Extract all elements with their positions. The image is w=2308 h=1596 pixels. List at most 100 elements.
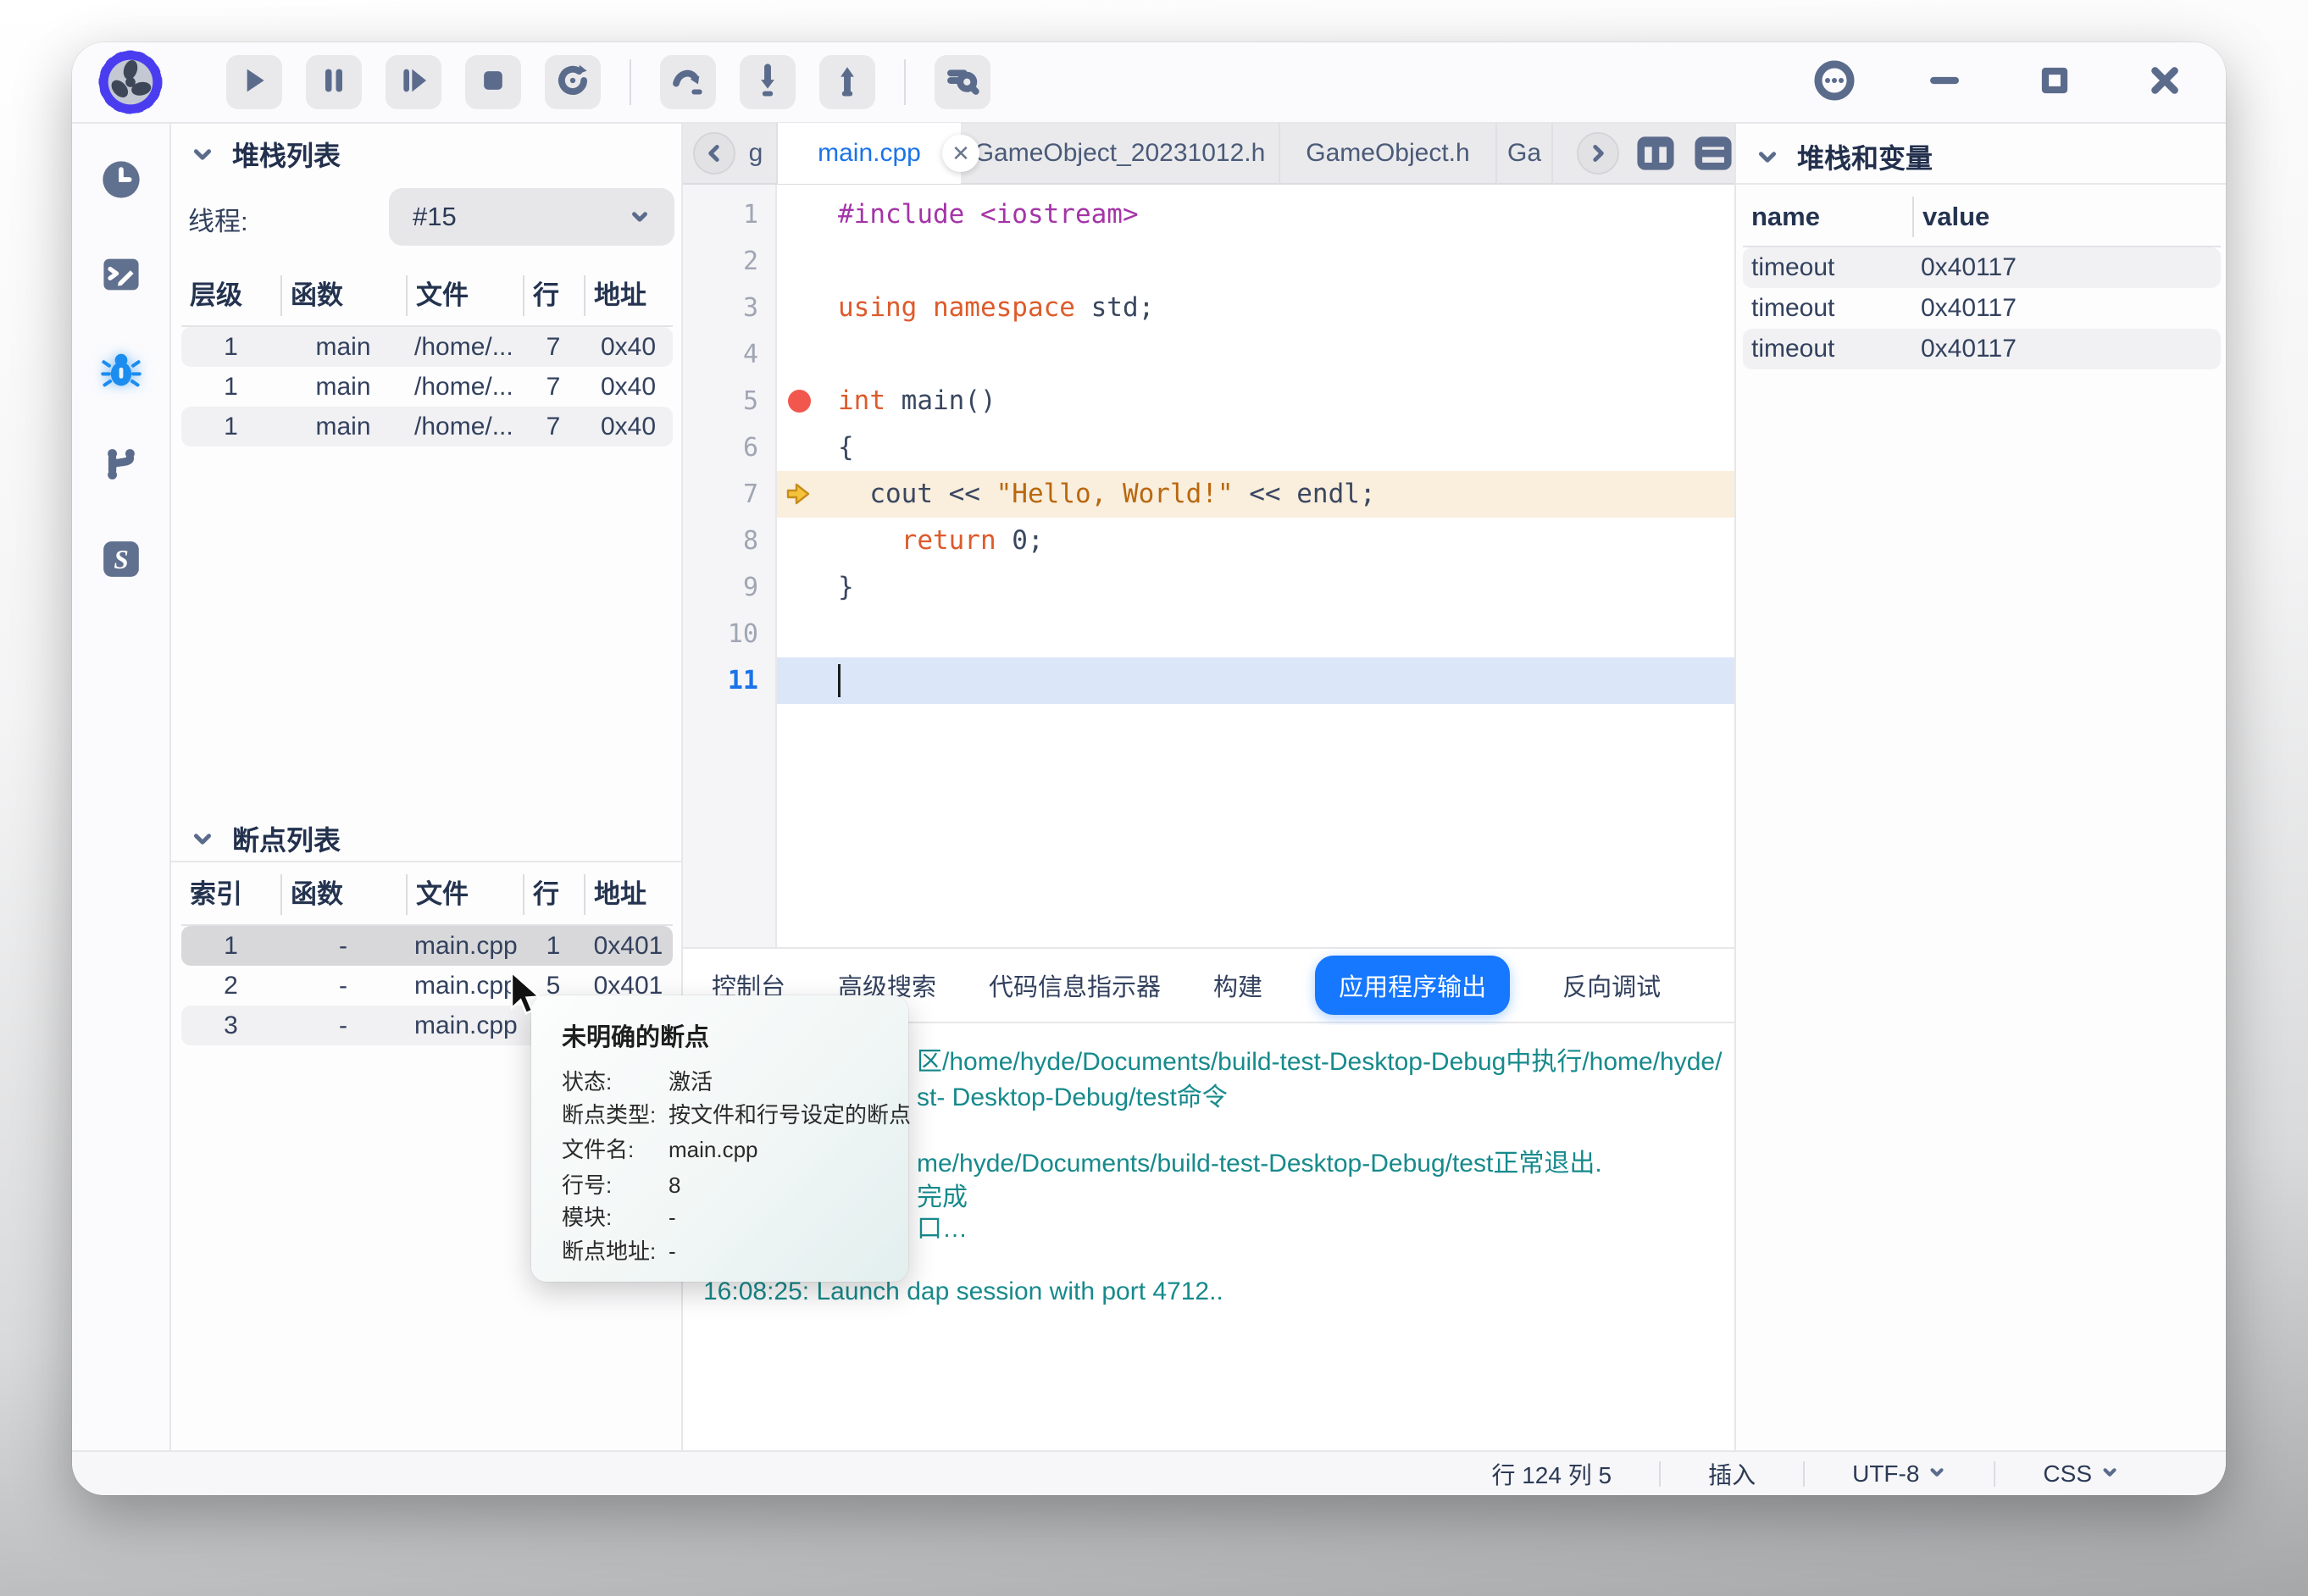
code-line[interactable]: 5int main() xyxy=(683,378,1734,424)
output-tab-代码信息指示器[interactable]: 代码信息指示器 xyxy=(989,967,1161,1003)
column-header[interactable]: name xyxy=(1743,197,1912,237)
output-tab-应用程序输出[interactable]: 应用程序输出 xyxy=(1315,956,1510,1015)
minimize-button[interactable] xyxy=(1922,60,1967,104)
breakpoint-section-title: 断点列表 xyxy=(232,819,341,858)
editor-tab-g[interactable]: g xyxy=(735,123,778,184)
column-header[interactable]: 层级 xyxy=(181,275,280,316)
variables-section-header[interactable]: 堆栈和变量 xyxy=(1736,130,2226,185)
thread-select[interactable]: #15 xyxy=(389,188,674,246)
line-number[interactable]: 3 xyxy=(683,285,758,331)
line-number[interactable]: 10 xyxy=(683,611,758,657)
column-header[interactable]: 索引 xyxy=(181,874,280,915)
column-header[interactable]: 地址 xyxy=(584,874,673,915)
tab-scroll-right-button[interactable] xyxy=(1577,132,1619,175)
cursor-position[interactable]: 行 124 列 5 xyxy=(1444,1457,1659,1491)
code-line[interactable]: 8 return 0; xyxy=(683,518,1734,564)
line-highlight xyxy=(777,564,1734,611)
pause-button[interactable] xyxy=(306,55,362,109)
tooltip-value: 激活 xyxy=(669,1069,713,1094)
line-number[interactable]: 11 xyxy=(683,657,758,704)
variables-table: namevaluetimeout0x40117timeout0x40117tim… xyxy=(1743,188,2221,369)
close-button[interactable] xyxy=(2143,60,2187,104)
table-cell: main xyxy=(280,333,406,362)
maximize-button[interactable] xyxy=(2033,60,2077,104)
line-number[interactable]: 9 xyxy=(683,564,758,611)
restart-button[interactable] xyxy=(545,55,601,109)
menu-button[interactable] xyxy=(1812,60,1856,104)
encoding-select[interactable]: UTF-8 xyxy=(1805,1460,1994,1488)
tab-scroll-left-button[interactable] xyxy=(693,132,735,175)
sidebar-terminal-icon[interactable] xyxy=(99,252,143,296)
table-row[interactable]: timeout0x40117 xyxy=(1743,329,2221,369)
table-cell: /home/... xyxy=(406,333,523,362)
column-header[interactable]: 行 xyxy=(523,874,584,915)
column-header[interactable]: value xyxy=(1912,197,2217,237)
column-header[interactable]: 函数 xyxy=(280,874,406,915)
table-row[interactable]: 1main/home/...70x40 xyxy=(181,407,673,446)
table-row[interactable]: 1-main.cpp10x401 xyxy=(181,926,673,966)
column-header[interactable]: 地址 xyxy=(584,275,673,316)
column-header[interactable]: 函数 xyxy=(280,275,406,316)
statusbar-text: 行 124 列 5 xyxy=(1491,1457,1612,1491)
tooltip-label: 行号: xyxy=(562,1168,669,1200)
line-number[interactable]: 2 xyxy=(683,238,758,285)
line-number[interactable]: 1 xyxy=(683,191,758,238)
step-button[interactable] xyxy=(386,55,441,109)
editor-tab-main.cpp[interactable]: main.cpp✕ xyxy=(778,123,961,184)
breakpoint-section-header[interactable]: 断点列表 xyxy=(171,817,681,862)
code-line[interactable]: 9} xyxy=(683,564,1734,611)
sidebar-debug-icon[interactable] xyxy=(99,347,143,391)
line-number[interactable]: 8 xyxy=(683,518,758,564)
tab-label: g xyxy=(749,139,763,168)
table-row[interactable]: 1main/home/...70x40 xyxy=(181,327,673,367)
language-select[interactable]: CSS xyxy=(1995,1460,2167,1488)
toolbar-separator xyxy=(630,59,631,105)
editor-tab-GameObject_20231012.h[interactable]: GameObject_20231012.h xyxy=(961,123,1280,184)
step-out-button[interactable] xyxy=(819,55,875,109)
run-icon xyxy=(237,64,271,102)
code-editor[interactable]: 1#include <iostream>23using namespace st… xyxy=(683,185,1734,947)
line-number[interactable]: 7 xyxy=(683,471,758,518)
column-header[interactable]: 文件 xyxy=(406,874,523,915)
search-button[interactable] xyxy=(935,55,990,109)
line-number[interactable]: 6 xyxy=(683,424,758,471)
editor-tab-Ga[interactable]: Ga xyxy=(1497,123,1553,184)
output-tab-反向调试[interactable]: 反向调试 xyxy=(1562,967,1661,1003)
breakpoint-dot-icon[interactable] xyxy=(788,390,811,413)
column-header[interactable]: 行 xyxy=(523,275,584,316)
input-mode[interactable]: 插入 xyxy=(1661,1457,1803,1491)
line-number[interactable]: 5 xyxy=(683,378,758,424)
stop-button[interactable] xyxy=(465,55,521,109)
step-into-button[interactable] xyxy=(740,55,796,109)
editor-tab-GameObject.h[interactable]: GameObject.h xyxy=(1280,123,1497,184)
table-cell: 0x40117 xyxy=(1912,294,2217,323)
table-row[interactable]: 1main/home/...70x40 xyxy=(181,367,673,407)
restart-icon xyxy=(555,63,591,103)
pause-icon xyxy=(317,64,351,102)
code-line[interactable]: 10 xyxy=(683,611,1734,657)
code-line[interactable]: 1#include <iostream> xyxy=(683,191,1734,238)
code-line[interactable]: 2 xyxy=(683,238,1734,285)
split-horizontal-button[interactable] xyxy=(1692,130,1734,177)
sidebar-history-icon[interactable] xyxy=(99,158,143,202)
sidebar-s-logo-icon[interactable]: S xyxy=(99,537,143,581)
code-line[interactable]: 4 xyxy=(683,331,1734,378)
tab-close-button[interactable]: ✕ xyxy=(942,135,979,172)
stack-section-header[interactable]: 堆栈列表 xyxy=(171,130,681,178)
code-line[interactable]: 7 cout << "Hello, World!" << endl; xyxy=(683,471,1734,518)
table-row[interactable]: timeout0x40117 xyxy=(1743,247,2221,288)
line-number[interactable]: 4 xyxy=(683,331,758,378)
split-vertical-button[interactable] xyxy=(1634,130,1677,177)
code-line[interactable]: 6{ xyxy=(683,424,1734,471)
run-button[interactable] xyxy=(226,55,282,109)
code-line[interactable]: 11 xyxy=(683,657,1734,704)
output-tab-构建[interactable]: 构建 xyxy=(1213,967,1262,1003)
status-bar: 行 124 列 5 插入UTF-8CSS xyxy=(72,1450,2226,1495)
column-header[interactable]: 文件 xyxy=(406,275,523,316)
table-cell: timeout xyxy=(1743,253,1912,282)
table-cell: 7 xyxy=(523,413,584,441)
code-line[interactable]: 3using namespace std; xyxy=(683,285,1734,331)
table-row[interactable]: timeout0x40117 xyxy=(1743,288,2221,329)
step-over-button[interactable] xyxy=(660,55,716,109)
sidebar-git-branch-icon[interactable] xyxy=(99,442,143,486)
